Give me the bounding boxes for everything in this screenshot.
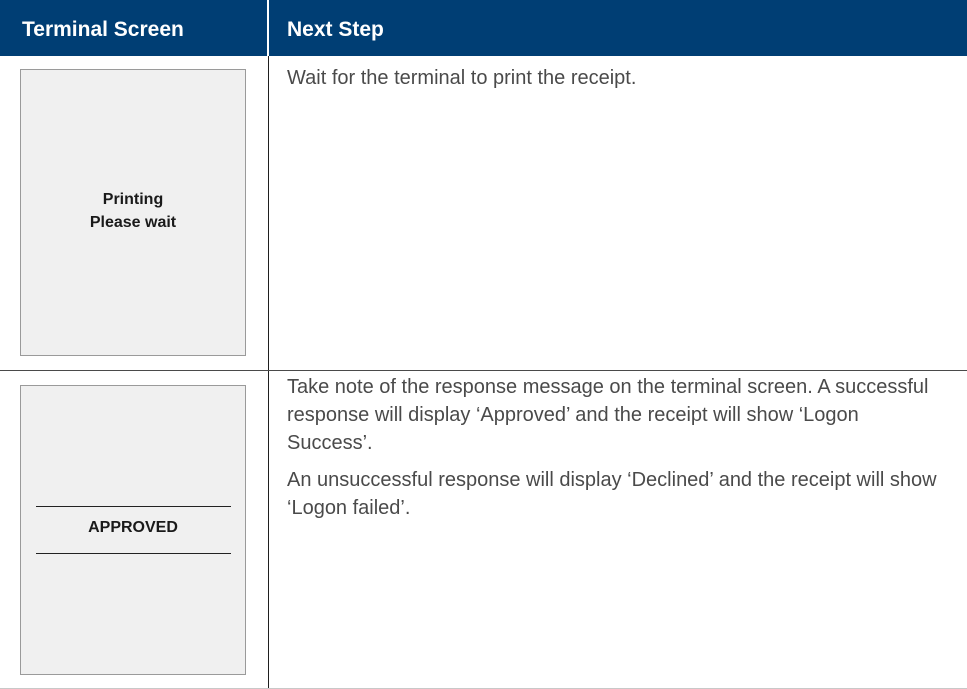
header-divider <box>267 0 269 56</box>
step-paragraph: An unsuccessful response will display ‘D… <box>287 469 937 519</box>
screen-rule-top <box>36 506 231 507</box>
next-step-printing: Wait for the terminal to print the recei… <box>287 64 947 92</box>
table-header: Terminal Screen Next Step <box>0 0 967 56</box>
step-paragraph: Take note of the response message on the… <box>287 376 929 454</box>
step-paragraph: Wait for the terminal to print the recei… <box>287 67 637 89</box>
header-terminal-screen: Terminal Screen <box>22 18 184 41</box>
column-divider <box>268 56 269 689</box>
terminal-screen-printing: Printing Please wait <box>20 69 246 356</box>
terminal-screen-approved: APPROVED <box>20 385 246 675</box>
row-divider <box>0 370 967 371</box>
screen-rule-bottom <box>36 553 231 554</box>
header-next-step: Next Step <box>287 18 384 41</box>
terminal-screen-text: Printing Please wait <box>21 188 245 234</box>
screen-line-please-wait: Please wait <box>89 214 177 231</box>
next-step-approved: Take note of the response message on the… <box>287 373 947 522</box>
screen-line-approved: APPROVED <box>88 519 178 536</box>
instruction-table: Terminal Screen Next Step Printing Pleas… <box>0 0 967 689</box>
screen-line-printing: Printing <box>102 191 164 208</box>
